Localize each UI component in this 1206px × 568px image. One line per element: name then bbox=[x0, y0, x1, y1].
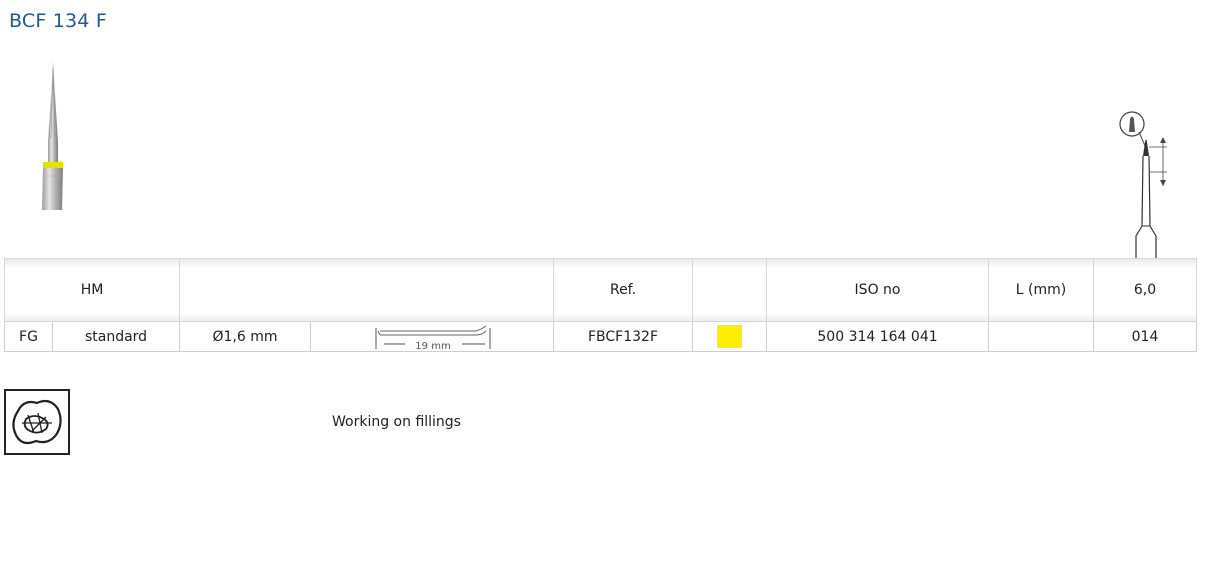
size-cell: 014 bbox=[1093, 321, 1198, 352]
shank-length-cell: 19 mm bbox=[310, 321, 555, 352]
indication-text: Working on fillings bbox=[332, 414, 461, 430]
table-header-row: HM Ref. ISO no L (mm) 6,0 bbox=[3, 258, 1198, 322]
color-header bbox=[692, 258, 768, 322]
diameter-cell: Ø1,6 mm bbox=[179, 321, 312, 352]
shank-length-diagram: 19 mm bbox=[375, 325, 491, 351]
material-header: HM bbox=[3, 258, 181, 322]
bur-schematic-diagram bbox=[1119, 111, 1167, 258]
type-cell: standard bbox=[51, 321, 181, 352]
iso-header: ISO no bbox=[766, 258, 990, 322]
color-code-swatch bbox=[717, 325, 743, 348]
length-header: L (mm) bbox=[988, 258, 1095, 322]
length-value-header: 6,0 bbox=[1093, 258, 1198, 322]
product-spec-table: HM Ref. ISO no L (mm) 6,0 FG standard Ø1… bbox=[3, 258, 1198, 352]
shank-cell: FG bbox=[4, 321, 53, 352]
bur-photo bbox=[42, 60, 63, 210]
iso-cell: 500 314 164 041 bbox=[766, 321, 990, 352]
table-row: FG standard Ø1,6 mm 19 mm FBCF132F 500 3… bbox=[4, 321, 1198, 352]
ref-header: Ref. bbox=[553, 258, 694, 322]
shank-length-label: 19 mm bbox=[415, 341, 450, 351]
product-title: BCF 134 F bbox=[9, 10, 107, 32]
blank-header bbox=[179, 258, 555, 322]
ref-cell: FBCF132F bbox=[553, 321, 694, 352]
color-ring bbox=[43, 162, 63, 168]
tooth-filling-icon bbox=[4, 389, 70, 455]
length-cell bbox=[988, 321, 1095, 352]
color-code-cell bbox=[692, 321, 768, 352]
